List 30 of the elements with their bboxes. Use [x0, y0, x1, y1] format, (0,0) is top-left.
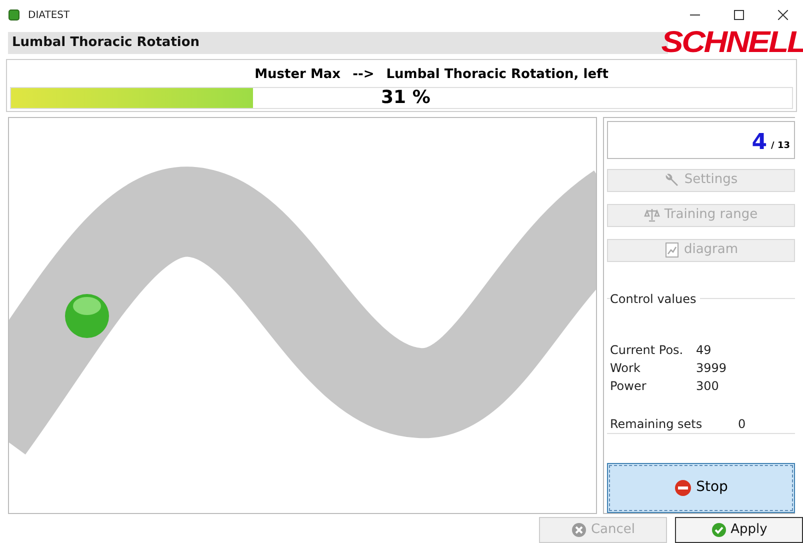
- apply-button[interactable]: Apply: [675, 517, 803, 543]
- position-ball: [65, 294, 109, 338]
- value-text: 3999: [696, 360, 727, 377]
- value-label: Remaining sets: [610, 416, 704, 433]
- value-text: 300: [696, 378, 719, 395]
- value-text: 49: [696, 342, 712, 359]
- value-label: Current Pos.: [610, 342, 684, 359]
- patient-name: Muster Max: [254, 66, 341, 84]
- close-icon: [778, 10, 788, 20]
- stop-button[interactable]: Stop: [607, 462, 795, 513]
- check-icon: [710, 522, 727, 538]
- stop-icon: [674, 478, 692, 497]
- app-icon: [8, 9, 20, 21]
- cancel-icon: [570, 522, 587, 538]
- value-label: Work: [610, 360, 642, 377]
- arrow-text: -->: [352, 66, 374, 84]
- close-button[interactable]: [775, 7, 791, 23]
- total-sets: / 13: [771, 140, 790, 154]
- window-title: DIATEST: [28, 8, 70, 22]
- maximize-button[interactable]: [731, 7, 747, 23]
- wrench-icon: [664, 172, 680, 188]
- scale-icon: [644, 207, 660, 224]
- value-text: 0: [738, 416, 746, 433]
- chart-icon: [664, 242, 680, 258]
- maximize-icon: [734, 10, 744, 20]
- progress-reading: 31 %: [381, 88, 430, 108]
- exercise-name: Lumbal Thoracic Rotation, left: [386, 66, 608, 84]
- exercise-title: Lumbal Thoracic Rotation: [12, 34, 200, 52]
- current-set: 4: [752, 132, 768, 154]
- value-label: Power: [610, 378, 648, 395]
